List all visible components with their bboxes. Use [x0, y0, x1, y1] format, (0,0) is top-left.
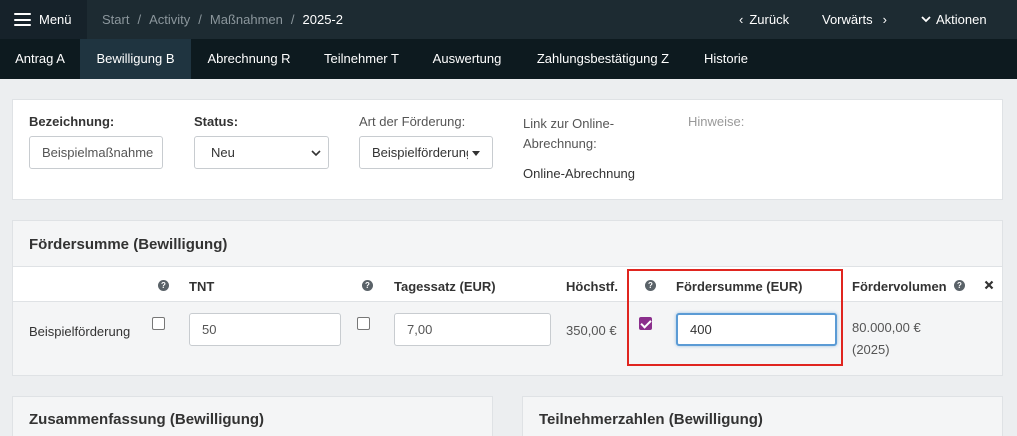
art-label: Art der Förderung: — [359, 114, 466, 129]
foerdervolumen-value: 80.000,00 € — [852, 320, 921, 335]
status-value: Neu — [211, 145, 235, 160]
summary-title: Zusammenfassung (Bewilligung) — [29, 411, 265, 428]
th-tagessatz: Tagessatz (EUR) — [394, 279, 496, 294]
status-select[interactable]: Neu — [194, 136, 329, 169]
card-title: Fördersumme (Bewilligung) — [29, 236, 228, 253]
tab-zahlungsbestaetigung[interactable]: Zahlungsbestätigung Z — [518, 39, 688, 79]
th-foerdersumme: Fördersumme (EUR) — [676, 279, 803, 294]
tnt-checkbox[interactable] — [152, 317, 165, 330]
hoechst-value: 350,00 € — [566, 323, 617, 338]
back-button[interactable]: ‹ Zurück — [733, 0, 789, 39]
hamburger-icon — [14, 13, 31, 26]
help-icon[interactable]: ? — [362, 280, 373, 291]
th-foerdervolumen: Fördervolumen — [852, 279, 947, 294]
tab-teilnehmer[interactable]: Teilnehmer T — [307, 39, 416, 79]
status-label: Status: — [194, 114, 239, 129]
online-abrechnung-link[interactable]: Online-Abrechnung — [523, 166, 635, 181]
tab-antrag[interactable]: Antrag A — [0, 39, 80, 79]
chevron-down-icon — [921, 16, 931, 23]
tab-historie[interactable]: Historie — [688, 39, 764, 79]
bezeichnung-label: Bezeichnung: — [29, 114, 115, 129]
foerdervolumen-year: (2025) — [852, 342, 890, 357]
forward-label: Vorwärts — [822, 12, 873, 27]
chevron-left-icon: ‹ — [739, 12, 744, 27]
help-icon[interactable]: ? — [158, 280, 169, 291]
tab-bewilligung[interactable]: Bewilligung B — [80, 39, 191, 79]
breadcrumb-massnahmen[interactable]: Maßnahmen — [210, 12, 283, 27]
table-row: Beispielförderung 50 7,00 350,00 € 400 8… — [13, 303, 1002, 375]
tnt-input[interactable]: 50 — [189, 313, 341, 346]
close-icon[interactable] — [984, 280, 994, 290]
foerdersumme-checkbox[interactable] — [639, 317, 652, 330]
row-name: Beispielförderung — [29, 324, 131, 339]
hinweise-label: Hinweise: — [688, 114, 745, 129]
tab-abrechnung[interactable]: Abrechnung R — [191, 39, 307, 79]
foerdersumme-input[interactable]: 400 — [676, 313, 837, 346]
menu-label: Menü — [39, 12, 72, 27]
link-label: Link zur Online-Abrechnung: — [523, 116, 615, 151]
tagessatz-input[interactable]: 7,00 — [394, 313, 551, 346]
forward-button[interactable]: Vorwärts › — [822, 0, 893, 39]
summary-card: Zusammenfassung (Bewilligung) — [12, 396, 493, 436]
card-header: Fördersumme (Bewilligung) — [13, 221, 1002, 267]
tagessatz-checkbox[interactable] — [357, 317, 370, 330]
bezeichnung-input[interactable]: Beispielmaßnahme — [29, 136, 163, 169]
breadcrumb-separator: / — [290, 12, 295, 27]
help-icon[interactable]: ? — [645, 280, 656, 291]
actions-label: Aktionen — [936, 12, 987, 27]
breadcrumb-start[interactable]: Start — [102, 12, 129, 27]
top-navbar: Menü Start / Activity / Maßnahmen / 2025… — [0, 0, 1017, 39]
menu-button[interactable]: Menü — [0, 0, 87, 39]
th-hoechst: Höchstf. — [566, 279, 618, 294]
back-label: Zurück — [749, 12, 790, 27]
breadcrumb: Start / Activity / Maßnahmen / 2025-2 — [102, 0, 343, 39]
art-dropdown-button[interactable]: Beispielförderung — [359, 136, 493, 169]
chevron-right-icon: › — [882, 12, 887, 27]
art-value: Beispielförderung — [372, 145, 468, 160]
teilnehmer-card: Teilnehmerzahlen (Bewilligung) — [522, 396, 1003, 436]
actions-dropdown[interactable]: Aktionen — [921, 0, 987, 39]
tab-auswertung[interactable]: Auswertung — [416, 39, 518, 79]
chevron-down-icon — [311, 150, 321, 157]
th-tnt: TNT — [189, 279, 215, 294]
foerdersumme-card: Fördersumme (Bewilligung) ? TNT ? Tagess… — [12, 220, 1003, 376]
help-icon[interactable]: ? — [954, 280, 965, 291]
breadcrumb-separator: / — [198, 12, 202, 27]
breadcrumb-activity[interactable]: Activity — [149, 12, 190, 27]
table-header-row: ? TNT ? Tagessatz (EUR) Höchstf. ? Förde… — [13, 267, 1002, 302]
teilnehmer-title: Teilnehmerzahlen (Bewilligung) — [539, 411, 763, 428]
tab-bar: Antrag A Bewilligung B Abrechnung R Teil… — [0, 39, 1017, 79]
caret-down-icon — [472, 151, 480, 156]
breadcrumb-separator: / — [137, 12, 142, 27]
breadcrumb-current: 2025-2 — [302, 12, 343, 27]
info-panel: Bezeichnung: Beispielmaßnahme Status: Ne… — [12, 99, 1003, 200]
